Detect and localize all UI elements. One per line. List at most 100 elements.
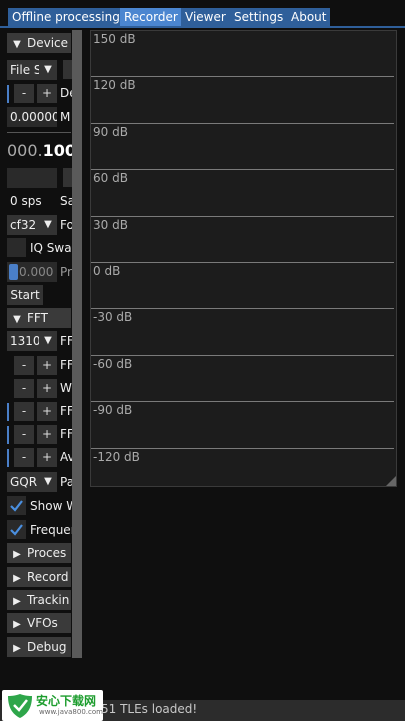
fft-max-label: FF xyxy=(60,404,72,418)
tab-recorder[interactable]: Recorder xyxy=(120,8,182,26)
db-scale-label: -120 dB xyxy=(93,449,140,464)
progress-slider[interactable]: 0.000 xyxy=(7,262,57,282)
fft-min-label: FF xyxy=(60,427,72,441)
tracking-header-label: Trackin xyxy=(27,593,70,607)
palette-select[interactable]: GQR ▼ xyxy=(7,472,57,492)
slider-accent xyxy=(7,426,9,444)
tab-settings[interactable]: Settings xyxy=(230,8,288,26)
show-waterfall-checkbox[interactable] xyxy=(7,496,26,515)
plot-gridline xyxy=(91,308,394,310)
watermark-text: 安心下载网 xyxy=(36,694,97,708)
frequency-readout-prefix: 000. xyxy=(7,141,43,160)
expand-arrow-icon: ▶ xyxy=(13,573,21,584)
fft-rate-plus-button[interactable]: + xyxy=(37,356,57,375)
slider-accent xyxy=(7,449,9,467)
record-header-label: Record xyxy=(27,570,69,584)
device-plus-button[interactable]: + xyxy=(37,84,57,103)
watermark-logo: 安心下载网 www.java800.com xyxy=(2,690,103,721)
frequency-readout-digits: 100 xyxy=(42,141,72,160)
start-button[interactable]: Start xyxy=(7,285,43,305)
palette-label: Pa xyxy=(60,475,72,489)
fft-plot[interactable]: 150 dB 120 dB 90 dB 60 dB 30 dB 0 dB -30 dB -60… xyxy=(90,30,397,487)
divider xyxy=(7,132,71,133)
frequency-scale-label: Frequen xyxy=(30,523,72,537)
plot-gridline xyxy=(91,76,394,78)
palette-value: GQR xyxy=(10,475,38,489)
plot-gridline xyxy=(91,401,394,403)
fft-min-plus-button[interactable]: + xyxy=(37,425,57,444)
fft-rate-label: FF xyxy=(60,358,72,372)
db-scale-label: -60 dB xyxy=(93,356,133,371)
progress-slider-grab[interactable] xyxy=(9,264,18,280)
expand-arrow-icon: ▶ xyxy=(13,549,21,560)
fft-size-select[interactable]: 1310 ▼ xyxy=(7,331,57,351)
format-label: Fo xyxy=(60,218,72,232)
plot-gridline xyxy=(91,122,394,124)
fft-size-value: 1310 xyxy=(10,334,41,348)
iq-swap-checkbox[interactable] xyxy=(7,238,26,257)
db-scale-label: 120 dB xyxy=(93,78,136,93)
frequency-set-button[interactable] xyxy=(63,168,72,187)
source-select[interactable]: File S ▼ xyxy=(7,60,57,80)
tab-viewer[interactable]: Viewer xyxy=(181,8,230,26)
source-select-value: File S xyxy=(10,63,42,77)
tab-offline-processing[interactable]: Offline processing xyxy=(8,8,124,26)
frequency-readout[interactable]: 000.100 xyxy=(7,139,72,163)
fft-header-label: FFT xyxy=(27,311,48,325)
tab-underline xyxy=(0,26,405,28)
offset-label: M xyxy=(60,110,71,124)
processing-section-header[interactable]: ▶ Proces xyxy=(7,543,71,563)
avg-plus-button[interactable]: + xyxy=(37,448,57,467)
panel-splitter[interactable] xyxy=(72,30,82,658)
expand-arrow-icon: ▶ xyxy=(13,596,21,607)
top-tab-bar: Offline processing Recorder Viewer Setti… xyxy=(0,0,405,30)
db-scale-label: 90 dB xyxy=(93,124,128,139)
sample-rate-label: Sa xyxy=(60,194,72,208)
collapse-arrow-icon: ▼ xyxy=(13,39,21,50)
plot-gridline xyxy=(91,447,394,449)
waterfall-rate-minus-button[interactable]: - xyxy=(14,379,34,398)
show-waterfall-label: Show W xyxy=(30,499,72,513)
processing-header-label: Proces xyxy=(27,546,67,560)
fft-section-header[interactable]: ▼ FFT xyxy=(7,308,71,328)
fft-rate-minus-button[interactable]: - xyxy=(14,356,34,375)
shield-logo-icon xyxy=(8,694,32,718)
source-refresh-button[interactable] xyxy=(63,60,72,79)
fft-min-minus-button[interactable]: - xyxy=(14,425,34,444)
db-scale-label: -30 dB xyxy=(93,310,133,325)
checkmark-icon xyxy=(10,500,23,512)
plot-gridline xyxy=(91,354,394,356)
db-scale-label: -90 dB xyxy=(93,403,133,418)
fft-max-minus-button[interactable]: - xyxy=(14,402,34,421)
vfos-section-header[interactable]: ▶ VFOs xyxy=(7,613,71,633)
plot-gridline xyxy=(91,262,394,263)
resize-grip-icon[interactable] xyxy=(386,476,396,486)
frequency-scale-checkbox[interactable] xyxy=(7,520,26,539)
frequency-input[interactable] xyxy=(7,168,57,188)
format-select[interactable]: cf32 ▼ xyxy=(7,215,57,235)
tracking-section-header[interactable]: ▶ Trackin xyxy=(7,590,71,610)
device-minus-button[interactable]: - xyxy=(14,84,34,103)
waterfall-rate-label: W xyxy=(60,381,72,395)
debug-section-header[interactable]: ▶ Debug xyxy=(7,637,71,657)
fft-max-plus-button[interactable]: + xyxy=(37,402,57,421)
waterfall-rate-plus-button[interactable]: + xyxy=(37,379,57,398)
sample-rate-value: 0 sps xyxy=(10,194,42,208)
chevron-down-icon: ▼ xyxy=(39,331,57,351)
status-text: 51 TLEs loaded! xyxy=(101,702,198,716)
db-scale-label: 30 dB xyxy=(93,217,128,232)
record-section-header[interactable]: ▶ Record xyxy=(7,567,71,587)
vfos-header-label: VFOs xyxy=(27,616,58,630)
device-header-label: Device xyxy=(27,36,69,50)
slider-accent xyxy=(7,403,9,421)
collapse-arrow-icon: ▼ xyxy=(13,314,21,325)
expand-arrow-icon: ▶ xyxy=(13,619,21,630)
avg-minus-button[interactable]: - xyxy=(14,448,34,467)
tab-about[interactable]: About xyxy=(287,8,331,26)
db-scale-label: 0 dB xyxy=(93,264,121,278)
device-section-header[interactable]: ▼ Device xyxy=(7,33,71,53)
checkmark-icon xyxy=(10,524,23,536)
progress-value: 0.000 xyxy=(19,265,54,279)
offset-input[interactable]: 0.00000 xyxy=(7,107,57,127)
avg-label: Av xyxy=(60,450,72,464)
